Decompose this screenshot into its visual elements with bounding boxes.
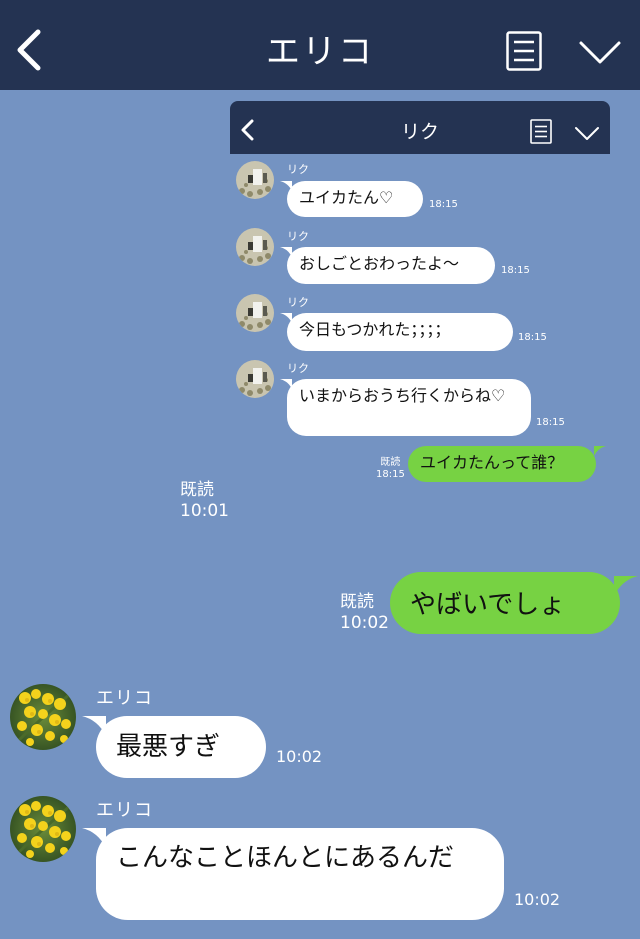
chat-title: エリコ xyxy=(266,32,374,72)
embedded-title: リク xyxy=(400,121,439,143)
read-label: 既読 xyxy=(180,480,214,500)
chevron-down-icon[interactable] xyxy=(578,38,622,66)
read-label: 既読 xyxy=(340,592,374,612)
message-bubble: いまからおうち行くからね♡ xyxy=(287,379,531,436)
embedded-header: リク xyxy=(230,101,610,154)
message-time: 18:15 xyxy=(429,199,458,210)
message-time: 10:01 xyxy=(180,501,229,521)
menu-icon xyxy=(530,119,552,144)
sender-name: リク xyxy=(287,296,309,309)
message-time: 10:02 xyxy=(340,613,389,633)
message-bubble: ユイカたんって誰？ xyxy=(408,446,596,482)
message-bubble: ユイカたん♡ xyxy=(287,181,423,217)
sender-name: リク xyxy=(287,362,309,375)
avatar xyxy=(10,684,76,750)
message-time: 18:15 xyxy=(501,265,530,276)
read-receipt: 既読 10:02 xyxy=(340,592,389,634)
chevron-down-icon xyxy=(575,127,599,140)
sender-name: エリコ xyxy=(96,800,153,821)
message-time: 18:15 xyxy=(376,469,405,480)
message-bubble: おしごとおわったよ〜 xyxy=(287,247,495,284)
avatar xyxy=(236,294,274,332)
chat-header: エリコ xyxy=(0,0,640,90)
read-label: 既読 xyxy=(380,457,401,468)
avatar xyxy=(236,360,274,398)
message-bubble: こんなことほんとにあるんだ xyxy=(96,828,504,920)
message-time: 18:15 xyxy=(536,417,565,428)
sender-name: リク xyxy=(287,163,309,176)
message-bubble: 最悪すぎ xyxy=(96,716,266,778)
message-time: 10:02 xyxy=(514,890,561,909)
message-time: 18:15 xyxy=(518,332,547,343)
message-bubble: やばいでしょ xyxy=(390,572,620,634)
message-time: 10:02 xyxy=(276,747,323,766)
read-receipt: 既読 10:01 xyxy=(180,480,229,522)
embedded-screenshot: リク リク ユイカたん♡ 18:15 リク おしごとおわったよ〜 18:15 リ… xyxy=(230,101,610,482)
avatar xyxy=(10,796,76,862)
sender-name: リク xyxy=(287,230,309,243)
bubble-tail xyxy=(614,576,638,596)
avatar xyxy=(236,161,274,199)
avatar xyxy=(236,228,274,266)
sender-name: エリコ xyxy=(96,688,153,709)
message-bubble: 今日もつかれた；；；； xyxy=(287,313,513,351)
menu-icon[interactable] xyxy=(506,31,542,71)
bubble-tail xyxy=(594,446,606,456)
read-receipt: 既読 18:15 xyxy=(376,457,405,481)
